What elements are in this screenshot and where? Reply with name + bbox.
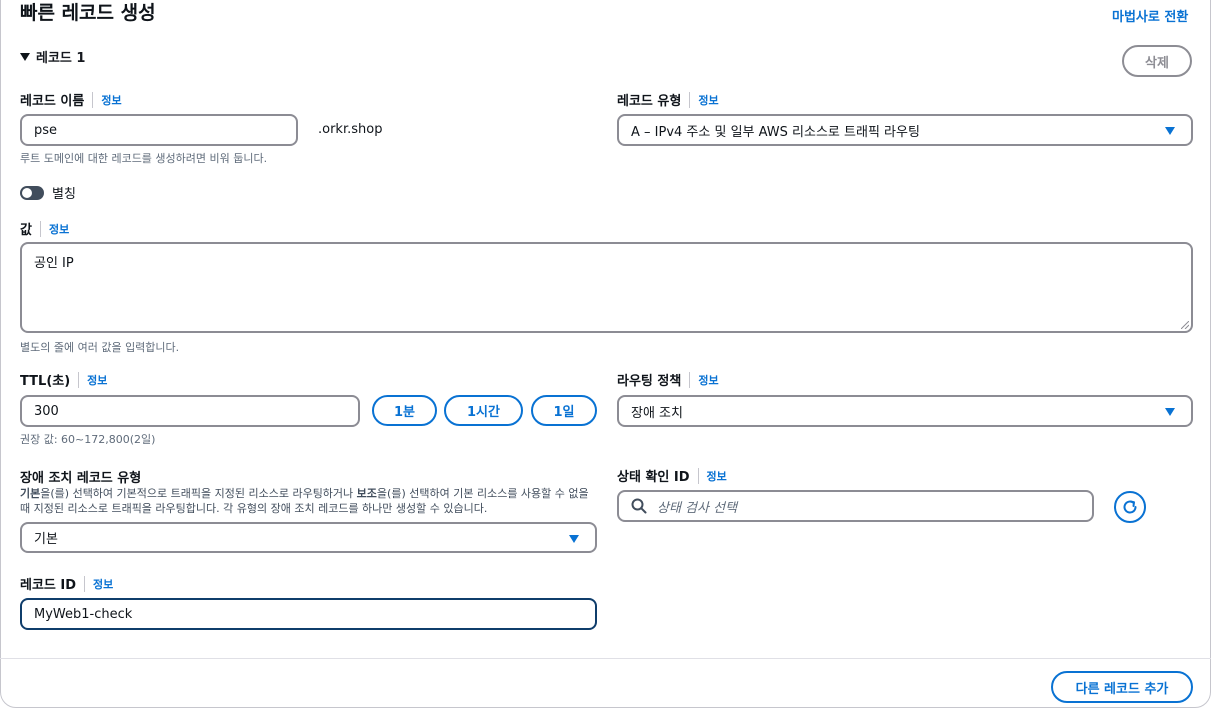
label-separator xyxy=(39,220,41,237)
record-id-label-row: 레코드 ID 정보 xyxy=(20,574,113,593)
record-type-label-row: 레코드 유형 정보 xyxy=(617,90,719,109)
ttl-1day-button[interactable]: 1일 xyxy=(531,395,597,426)
failover-type-label: 장애 조치 레코드 유형 xyxy=(20,471,142,486)
switch-to-wizard-link[interactable]: 마법사로 전환 xyxy=(1112,6,1188,25)
record-section-label: 레코드 1 xyxy=(36,51,86,66)
ttl-1min-button[interactable]: 1분 xyxy=(372,395,437,426)
desc-part-1: 을(를) 선택하여 기본적으로 트래픽을 지정된 리소스로 라우팅하거나 xyxy=(40,487,357,500)
search-icon xyxy=(631,498,647,514)
add-another-record-button[interactable]: 다른 레코드 추가 xyxy=(1051,671,1193,703)
label-separator xyxy=(689,371,691,388)
routing-policy-select[interactable]: 장애 조치 xyxy=(617,395,1193,427)
section-divider xyxy=(0,658,1211,659)
dropdown-arrow-icon xyxy=(1165,408,1175,416)
value-info-link[interactable]: 정보 xyxy=(49,221,69,237)
value-hint: 별도의 줄에 여러 값을 입력합니다. xyxy=(20,341,180,354)
delete-button[interactable]: 삭제 xyxy=(1122,45,1192,77)
resize-handle-icon[interactable] xyxy=(1181,321,1189,329)
ttl-info-link[interactable]: 정보 xyxy=(87,372,107,388)
routing-policy-label-row: 라우팅 정책 정보 xyxy=(617,370,719,389)
record-type-label: 레코드 유형 xyxy=(617,94,682,109)
ttl-hint: 권장 값: 60~172,800(2일) xyxy=(20,433,156,446)
primary-term: 기본 xyxy=(20,487,41,500)
health-check-info-link[interactable]: 정보 xyxy=(707,468,727,484)
record-name-value: pse xyxy=(34,122,58,138)
dropdown-arrow-icon xyxy=(1165,127,1175,135)
record-name-info-link[interactable]: 정보 xyxy=(101,92,121,108)
record-id-info-link[interactable]: 정보 xyxy=(93,576,113,592)
value-label: 값 xyxy=(20,223,32,238)
ttl-1hour-button[interactable]: 1시간 xyxy=(444,395,523,426)
routing-policy-info-link[interactable]: 정보 xyxy=(698,372,718,388)
record-id-value: MyWeb1-check xyxy=(34,606,133,622)
value-textarea[interactable]: 공인 IP xyxy=(20,242,1193,333)
label-separator xyxy=(92,91,94,108)
domain-suffix: .orkr.shop xyxy=(318,122,383,137)
alias-label: 별칭 xyxy=(52,187,76,202)
record-name-label-row: 레코드 이름 정보 xyxy=(20,90,122,109)
failover-type-select[interactable]: 기본 xyxy=(20,522,597,553)
failover-type-value: 기본 xyxy=(34,532,58,547)
health-check-label: 상태 확인 ID xyxy=(617,470,690,485)
secondary-term: 보조 xyxy=(356,487,377,500)
record-id-label: 레코드 ID xyxy=(20,578,77,593)
alias-toggle[interactable] xyxy=(20,185,44,200)
record-name-label: 레코드 이름 xyxy=(20,94,85,109)
record-name-hint: 루트 도메인에 대한 레코드를 생성하려면 비워 둡니다. xyxy=(20,152,268,165)
record-type-value: A – IPv4 주소 및 일부 AWS 리소스로 트래픽 라우팅 xyxy=(631,124,920,140)
health-check-label-row: 상태 확인 ID 정보 xyxy=(617,466,727,485)
failover-type-description: 기본을(를) 선택하여 기본적으로 트래픽을 지정된 리소스로 라우팅하거나 보… xyxy=(20,486,600,516)
caret-down-icon xyxy=(20,52,30,61)
health-check-search[interactable]: 상태 검사 선택 xyxy=(617,490,1094,522)
health-check-placeholder: 상태 검사 선택 xyxy=(657,500,738,516)
record-type-info-link[interactable]: 정보 xyxy=(698,92,718,108)
value-content: 공인 IP xyxy=(34,256,74,271)
label-separator xyxy=(697,467,699,484)
record-id-input[interactable]: MyWeb1-check xyxy=(20,598,597,630)
ttl-label-row: TTL(초) 정보 xyxy=(20,370,107,389)
ttl-value: 300 xyxy=(34,403,59,419)
value-label-row: 값 정보 xyxy=(20,219,69,238)
ttl-input[interactable]: 300 xyxy=(20,395,360,427)
routing-policy-value: 장애 조치 xyxy=(631,405,683,421)
dropdown-arrow-icon xyxy=(569,534,579,543)
ttl-label: TTL(초) xyxy=(20,374,71,389)
label-separator xyxy=(78,371,80,388)
record-name-input[interactable]: pse xyxy=(20,114,298,146)
refresh-button[interactable] xyxy=(1114,491,1146,523)
record-section-toggle[interactable]: 레코드 1 xyxy=(20,47,85,66)
page-title: 빠른 레코드 생성 xyxy=(20,2,156,24)
routing-policy-label: 라우팅 정책 xyxy=(617,374,682,389)
alias-toggle-row: 별칭 xyxy=(20,183,76,202)
label-separator xyxy=(84,575,86,592)
label-separator xyxy=(689,91,691,108)
refresh-icon xyxy=(1123,500,1137,514)
record-type-select[interactable]: A – IPv4 주소 및 일부 AWS 리소스로 트래픽 라우팅 xyxy=(617,114,1193,146)
